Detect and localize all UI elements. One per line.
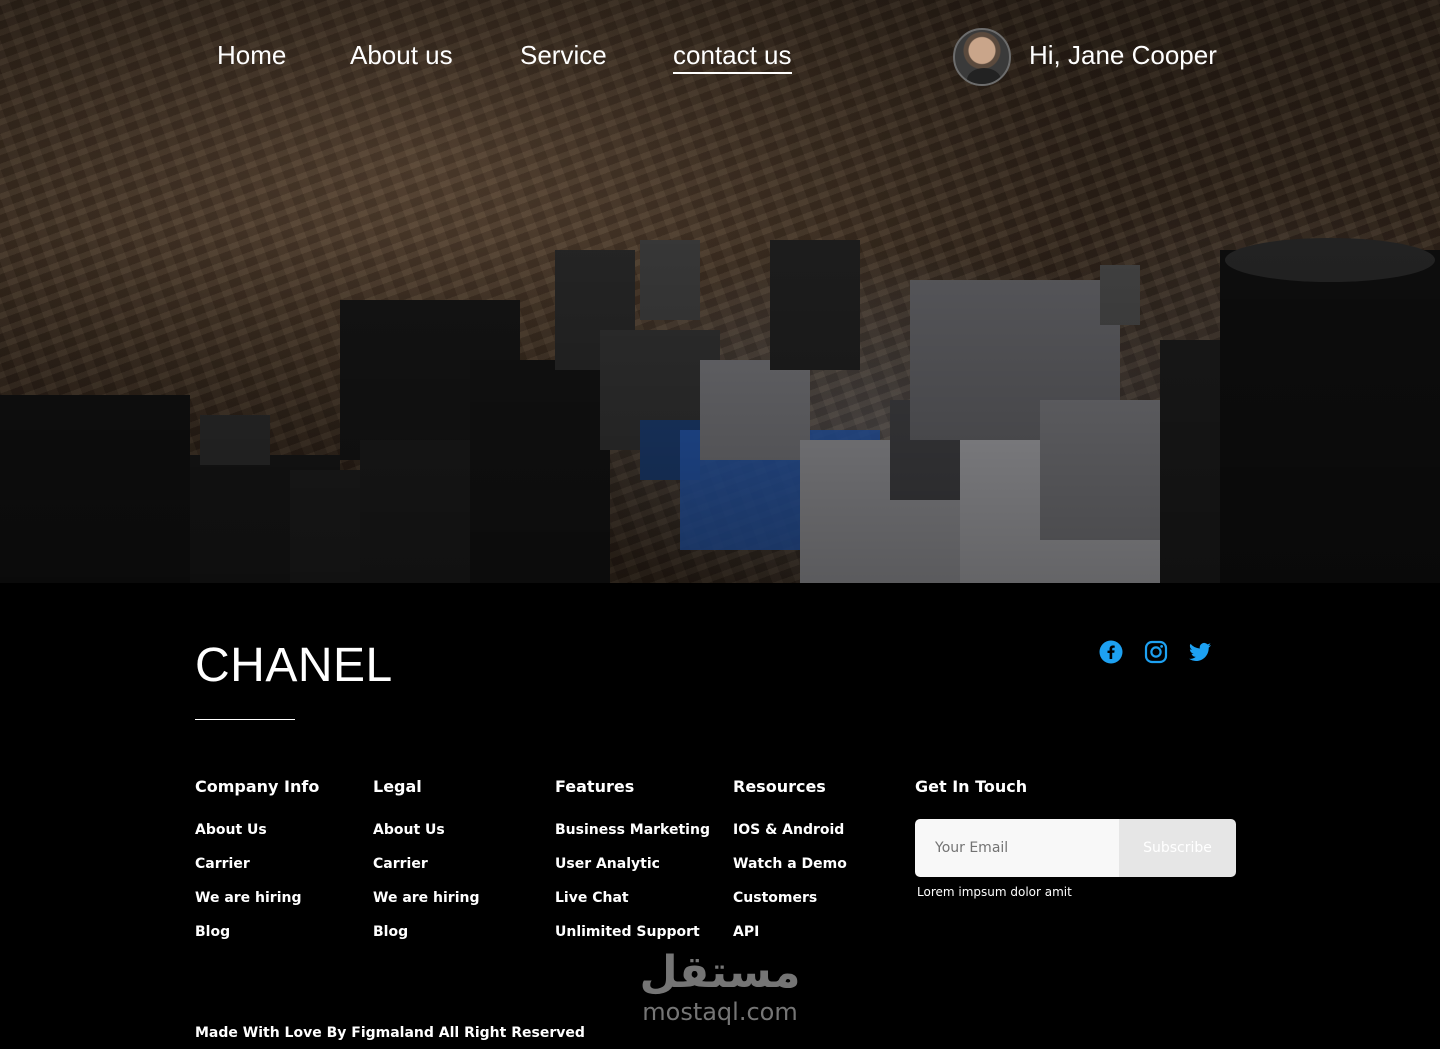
nav-service[interactable]: Service: [520, 40, 607, 71]
footer-column-legal: Legal About Us Carrier We are hiring Blo…: [373, 777, 480, 958]
footer-link-carrier[interactable]: Carrier: [195, 856, 319, 890]
nav-contact-us[interactable]: contact us: [673, 40, 792, 74]
mostaql-watermark: مستقل mostaql.com: [630, 945, 810, 1026]
main-nav: Home About us Service contact us Hi, Jan…: [0, 28, 1440, 86]
footer-link-carrier[interactable]: Carrier: [373, 856, 480, 890]
footer-link-business-marketing[interactable]: Business Marketing: [555, 822, 710, 856]
column-title: Resources: [733, 777, 826, 796]
subscribe-note: Lorem impsum dolor amit: [917, 885, 1072, 899]
twitter-icon[interactable]: [1188, 640, 1212, 664]
hero-banner: Home About us Service contact us Hi, Jan…: [0, 0, 1440, 583]
watermark-arabic: مستقل: [639, 947, 801, 998]
footer-link-watch-a-demo[interactable]: Watch a Demo: [733, 856, 847, 890]
footer-link-we-are-hiring[interactable]: We are hiring: [195, 890, 319, 924]
user-avatar[interactable]: [953, 28, 1011, 86]
footer-link-about-us[interactable]: About Us: [373, 822, 480, 856]
footer-link-live-chat[interactable]: Live Chat: [555, 890, 710, 924]
email-input[interactable]: [915, 819, 1119, 877]
footer-link-customers[interactable]: Customers: [733, 890, 847, 924]
footer-link-user-analytic[interactable]: User Analytic: [555, 856, 710, 890]
brand-divider: [195, 719, 295, 720]
instagram-icon[interactable]: [1144, 640, 1168, 664]
column-title: Company Info: [195, 777, 320, 796]
footer-link-blog[interactable]: Blog: [373, 924, 480, 958]
user-greeting: Hi, Jane Cooper: [1029, 40, 1217, 70]
nav-home[interactable]: Home: [217, 40, 286, 71]
column-title: Get In Touch: [915, 777, 1028, 796]
footer-link-we-are-hiring[interactable]: We are hiring: [373, 890, 480, 924]
subscribe-button[interactable]: Subscribe: [1119, 819, 1236, 877]
footer-column-features: Features Business Marketing User Analyti…: [555, 777, 710, 958]
column-title: Features: [555, 777, 635, 796]
subscribe-form: Subscribe: [915, 819, 1236, 877]
footer-column-company-info: Company Info About Us Carrier We are hir…: [195, 777, 319, 958]
footer-column-get-in-touch: Get In Touch: [915, 777, 1027, 822]
column-title: Legal: [373, 777, 422, 796]
watermark-latin: mostaql.com: [642, 998, 798, 1026]
footer-link-about-us[interactable]: About Us: [195, 822, 319, 856]
copyright-text: Made With Love By Figmaland All Right Re…: [195, 1025, 585, 1041]
nav-about-us[interactable]: About us: [350, 40, 453, 71]
footer-column-resources: Resources IOS & Android Watch a Demo Cus…: [733, 777, 847, 958]
footer-link-ios-android[interactable]: IOS & Android: [733, 822, 847, 856]
footer-link-blog[interactable]: Blog: [195, 924, 319, 958]
facebook-icon[interactable]: [1099, 640, 1123, 664]
brand-logo: CHANEL: [195, 639, 393, 692]
